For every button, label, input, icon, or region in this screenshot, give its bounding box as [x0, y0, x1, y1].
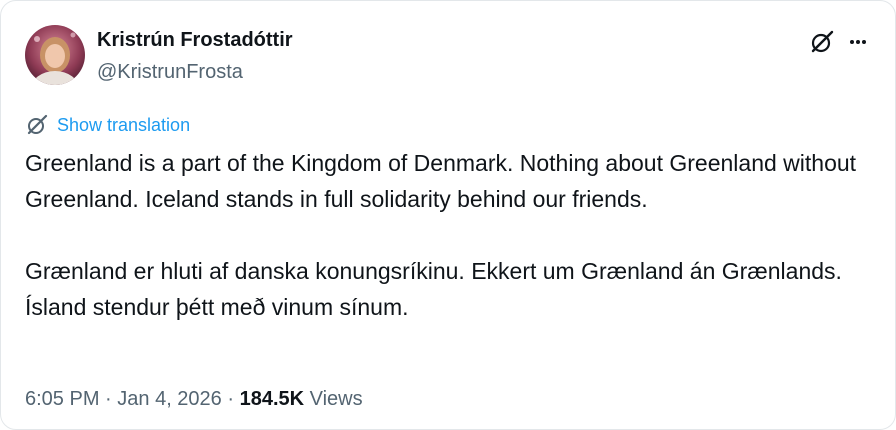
views-label: Views: [304, 388, 363, 410]
tweet-date[interactable]: Jan 4, 2026: [117, 388, 222, 410]
tweet-card: Kristrún Frostadóttir @KristrunFrosta Sh…: [0, 0, 896, 430]
views-count: 184.5K: [239, 388, 305, 410]
tweet-paragraph-icelandic: Grænland er hluti af danska konungsríkin…: [25, 258, 842, 320]
author-display-name[interactable]: Kristrún Frostadóttir: [97, 27, 293, 53]
show-translation-label: Show translation: [57, 115, 191, 135]
tweet-text: Greenland is a part of the Kingdom of De…: [25, 145, 885, 325]
author-handle[interactable]: @KristrunFrosta: [97, 59, 243, 85]
meta-separator: ·: [221, 388, 240, 410]
tweet-meta: 6:05 PM · Jan 4, 2026 · 184.5K Views: [25, 385, 363, 413]
avatar-image: [25, 25, 85, 85]
meta-separator: ·: [99, 388, 118, 410]
tweet-time[interactable]: 6:05 PM: [25, 388, 99, 410]
more-horizontal-icon[interactable]: [849, 39, 867, 45]
grok-icon[interactable]: [809, 29, 835, 55]
tweet-paragraph-english: Greenland is a part of the Kingdom of De…: [25, 150, 857, 212]
avatar[interactable]: [25, 25, 85, 85]
show-translation-link[interactable]: Show translation: [25, 113, 190, 137]
translate-icon: [27, 114, 48, 135]
